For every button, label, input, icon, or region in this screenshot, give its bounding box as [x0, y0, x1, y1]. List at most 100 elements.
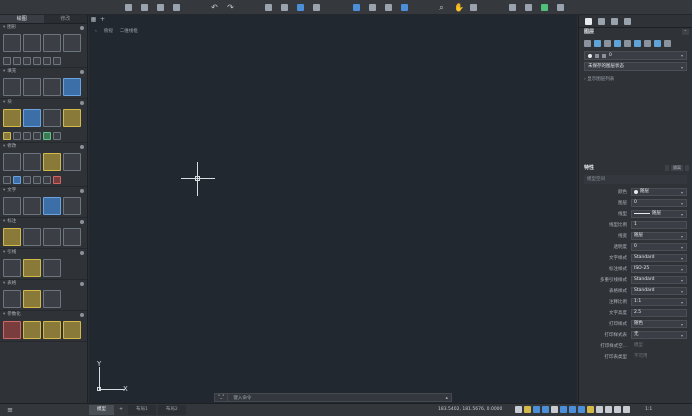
- add-layout-plus-icon[interactable]: +: [116, 405, 126, 415]
- edit-block-icon[interactable]: [43, 109, 61, 127]
- text-style-icon[interactable]: [43, 197, 61, 215]
- wipeout-icon[interactable]: [63, 78, 81, 96]
- tab-layout2[interactable]: 布局2: [157, 405, 186, 415]
- hamburger-menu-icon[interactable]: ≡: [0, 406, 20, 414]
- polyline-tool-icon[interactable]: [23, 34, 41, 52]
- stretch-icon[interactable]: [43, 175, 51, 184]
- attribute-icon[interactable]: [13, 131, 21, 140]
- ellipse-tool-icon[interactable]: [33, 56, 41, 65]
- attach-icon[interactable]: [525, 4, 532, 11]
- fillet-icon[interactable]: [23, 175, 31, 184]
- multiline-text-icon[interactable]: [3, 197, 21, 215]
- geometric-constraint-icon[interactable]: [3, 321, 21, 339]
- polygon-tool-icon[interactable]: [43, 56, 51, 65]
- arc-tool-icon[interactable]: [3, 56, 11, 65]
- tool-palette-tab-icon[interactable]: [624, 18, 631, 25]
- options-icon[interactable]: [80, 145, 84, 149]
- property-value[interactable]: 随色 ▾: [631, 319, 687, 328]
- property-value[interactable]: 1:1 ▾: [631, 297, 687, 306]
- options-icon[interactable]: [80, 189, 84, 193]
- workspace-icon[interactable]: [605, 406, 612, 413]
- print-icon[interactable]: [265, 4, 272, 11]
- property-value[interactable]: Standard ▾: [631, 286, 687, 295]
- selection-cycling-icon[interactable]: [587, 406, 594, 413]
- table-style-icon[interactable]: [23, 290, 41, 308]
- options-icon[interactable]: [80, 220, 84, 224]
- copy-icon[interactable]: [353, 4, 360, 11]
- define-attribute-icon[interactable]: [23, 131, 31, 140]
- property-value[interactable]: Standard ▾: [631, 253, 687, 262]
- osnap-toggle-icon[interactable]: [551, 406, 558, 413]
- layers-tab-icon[interactable]: [585, 18, 592, 25]
- move-icon[interactable]: [3, 153, 21, 171]
- array-icon[interactable]: [33, 175, 41, 184]
- select-objects-button[interactable]: [665, 165, 669, 171]
- tag-icon[interactable]: [3, 131, 11, 140]
- grid-menu-icon[interactable]: ▦: [89, 15, 98, 24]
- rotate-icon[interactable]: [23, 153, 41, 171]
- properties-tab-icon[interactable]: [598, 18, 605, 25]
- revcloud-tool-icon[interactable]: [53, 56, 61, 65]
- property-value[interactable]: ISO-25 ▾: [631, 264, 687, 273]
- property-value[interactable]: 1: [631, 220, 687, 229]
- add-leader-icon[interactable]: [23, 259, 41, 277]
- new-file-icon[interactable]: [125, 4, 132, 11]
- current-layer-select[interactable]: 0 ▾: [584, 51, 687, 60]
- property-value[interactable]: 0 ▾: [631, 242, 687, 251]
- align-leader-icon[interactable]: [43, 259, 61, 277]
- linear-dimension-icon[interactable]: [3, 228, 21, 246]
- layer-freeze-icon[interactable]: [614, 39, 621, 47]
- command-history-button[interactable]: "_": [215, 394, 229, 401]
- layer-off-icon[interactable]: [604, 39, 611, 47]
- block-table-icon[interactable]: [53, 131, 61, 140]
- property-value[interactable]: 随层 ▾: [631, 187, 687, 196]
- rectangle-tool-icon[interactable]: [63, 34, 81, 52]
- tab-layout1[interactable]: 布局1: [128, 405, 156, 415]
- line-tool-icon[interactable]: [3, 34, 21, 52]
- circle-tool-icon[interactable]: [43, 34, 61, 52]
- property-value[interactable]: 随层 ▾: [631, 209, 687, 218]
- zoom-search-icon[interactable]: ⌕: [438, 4, 445, 12]
- quick-select-button[interactable]: [685, 165, 689, 171]
- ortho-toggle-icon[interactable]: [533, 406, 540, 413]
- isolate-button[interactable]: 隔离: [671, 165, 683, 171]
- property-scope[interactable]: 模型空间: [584, 175, 687, 184]
- single-line-text-icon[interactable]: [23, 197, 41, 215]
- layer-previous-icon[interactable]: [654, 39, 661, 47]
- paste-icon[interactable]: [369, 4, 376, 11]
- new-tab-plus-icon[interactable]: +: [98, 15, 107, 24]
- tab-modify[interactable]: 修改: [43, 15, 87, 23]
- customize-icon[interactable]: [623, 406, 630, 413]
- redo-icon[interactable]: ↷: [227, 4, 234, 12]
- baseline-dimension-icon[interactable]: [63, 228, 81, 246]
- spline-tool-icon[interactable]: [13, 56, 21, 65]
- print-setup-icon[interactable]: [313, 4, 320, 11]
- mirror-icon[interactable]: [13, 175, 21, 184]
- options-icon[interactable]: [80, 101, 84, 105]
- constraint-bar-icon[interactable]: [63, 321, 81, 339]
- layer-lock-icon[interactable]: [624, 39, 631, 47]
- command-input[interactable]: 键入命令: [228, 395, 251, 401]
- export-icon[interactable]: [557, 4, 564, 11]
- plot-preview-icon[interactable]: [281, 4, 288, 11]
- publish-icon[interactable]: [297, 4, 304, 11]
- annotation-visibility-icon[interactable]: [596, 406, 603, 413]
- save-icon[interactable]: [157, 4, 164, 11]
- hatch-icon[interactable]: [3, 78, 21, 96]
- aligned-dimension-icon[interactable]: [23, 228, 41, 246]
- tab-draw[interactable]: 绘图: [0, 15, 44, 23]
- property-value[interactable]: 2.5: [631, 308, 687, 317]
- lock-constraint-icon[interactable]: [43, 321, 61, 339]
- layer-state-select[interactable]: 未保存的图层状态 ▾: [584, 62, 687, 71]
- layer-walk-icon[interactable]: [664, 39, 671, 47]
- table-icon[interactable]: [3, 290, 21, 308]
- options-icon[interactable]: [80, 251, 84, 255]
- blocks-tab-icon[interactable]: [611, 18, 618, 25]
- dimensional-constraint-icon[interactable]: [23, 321, 41, 339]
- show-layer-list[interactable]: › 显示图层列表: [579, 73, 692, 82]
- lineweight-toggle-icon[interactable]: [569, 406, 576, 413]
- options-icon[interactable]: [80, 26, 84, 30]
- command-line[interactable]: "_" 键入命令 ▴: [214, 393, 452, 402]
- transparency-toggle-icon[interactable]: [578, 406, 585, 413]
- snap-toggle-icon[interactable]: [524, 406, 531, 413]
